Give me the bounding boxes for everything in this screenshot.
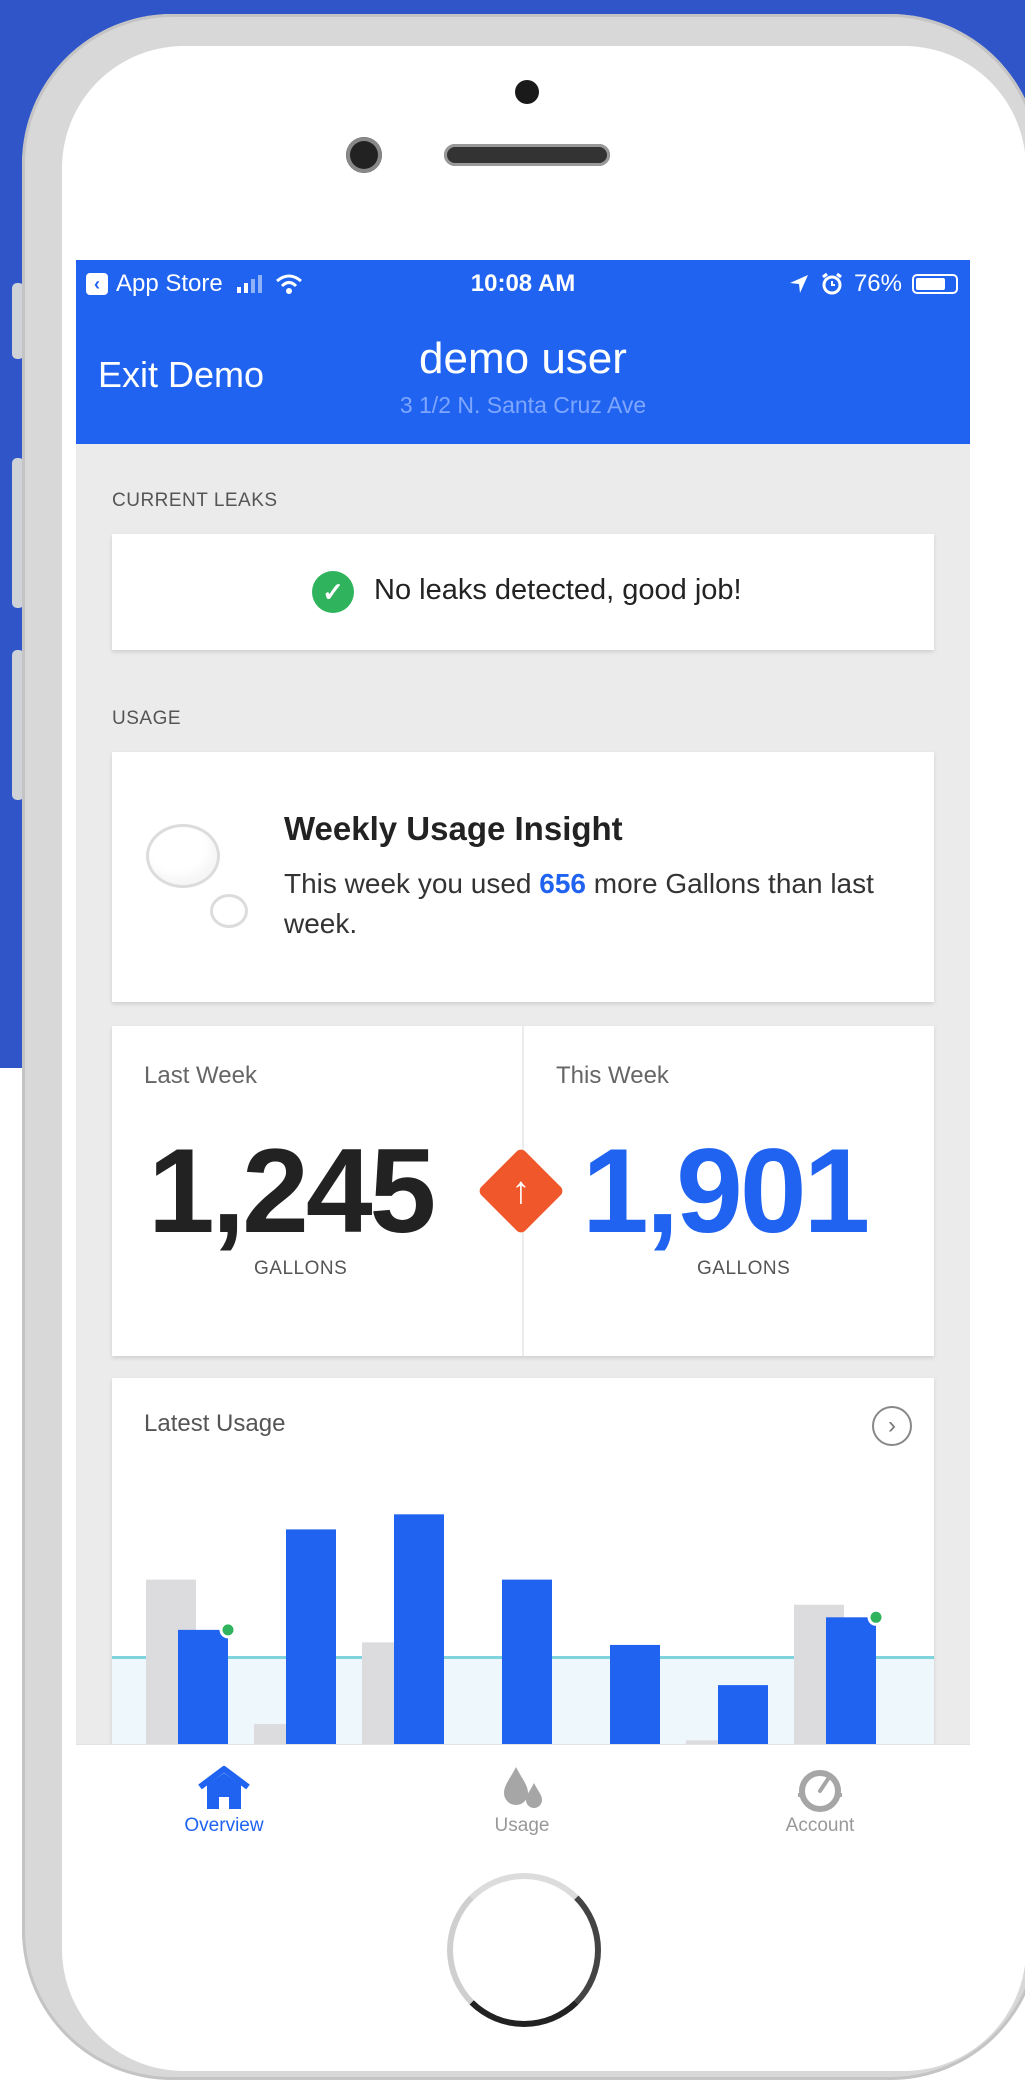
current-leaks-label: CURRENT LEAKS [112, 490, 278, 511]
this-week-value: 1,901 [582, 1124, 870, 1258]
arrow-up-icon: ↑ [511, 1170, 531, 1212]
front-camera [346, 137, 382, 173]
leak-status-message: No leaks detected, good job! [374, 574, 742, 606]
thought-bubble-small-icon [210, 894, 248, 928]
earpiece-speaker [444, 144, 610, 166]
tab-usage-label: Usage [494, 1815, 550, 1836]
battery-icon [912, 274, 958, 294]
this-week-label: This Week [556, 1062, 669, 1089]
insight-text: This week you used 656 more Gallons than… [284, 864, 884, 944]
tab-overview-label: Overview [184, 1815, 264, 1836]
front-sensor [515, 80, 539, 104]
tab-overview[interactable]: Overview [124, 1745, 324, 1838]
latest-point-marker [219, 1621, 237, 1639]
status-bar: ‹ App Store 10:08 AM 76% [76, 260, 970, 308]
insight-title: Weekly Usage Insight [284, 810, 623, 847]
this-week-unit: GALLONS [697, 1258, 791, 1279]
water-drops-icon [504, 1767, 542, 1808]
header: Exit Demo demo user 3 1/2 N. Santa Cruz … [76, 308, 970, 444]
user-name: demo user [419, 334, 627, 383]
week-comparison-card: Last Week 1,245 GALLONS ↑ This Week 1,90… [112, 1026, 934, 1356]
check-circle-icon: ✓ [312, 571, 354, 613]
last-week-unit: GALLONS [254, 1258, 348, 1279]
last-week-value: 1,245 [148, 1124, 436, 1258]
home-button[interactable] [447, 1873, 601, 2027]
usage-label: USAGE [112, 708, 182, 729]
alarm-icon [822, 272, 842, 295]
tab-account[interactable]: Account [720, 1745, 920, 1838]
location-icon [789, 275, 808, 293]
leak-status-card: ✓ No leaks detected, good job! [112, 534, 934, 650]
current-period-bar [394, 1514, 444, 1768]
insight-text-before: This week you used [284, 868, 540, 899]
tab-bar: Overview Usage Account [76, 1744, 970, 1838]
current-period-bar [502, 1579, 552, 1768]
tab-account-label: Account [785, 1815, 855, 1836]
thought-bubble-icon [146, 824, 220, 888]
home-icon [198, 1766, 250, 1809]
user-address: 3 1/2 N. Santa Cruz Ave [399, 392, 647, 418]
current-period-bar [286, 1529, 336, 1768]
insight-highlight-value: 656 [539, 868, 586, 899]
latest-point-marker [867, 1608, 885, 1626]
tab-usage[interactable]: Usage [422, 1745, 622, 1838]
app-screen: ‹ App Store 10:08 AM 76% Exit Demo demo … [76, 260, 970, 1838]
gauge-icon [798, 1770, 842, 1812]
battery-percent: 76% [853, 270, 902, 297]
weekly-insight-card[interactable]: Weekly Usage Insight This week you used … [112, 752, 934, 1002]
last-week-label: Last Week [144, 1062, 257, 1089]
